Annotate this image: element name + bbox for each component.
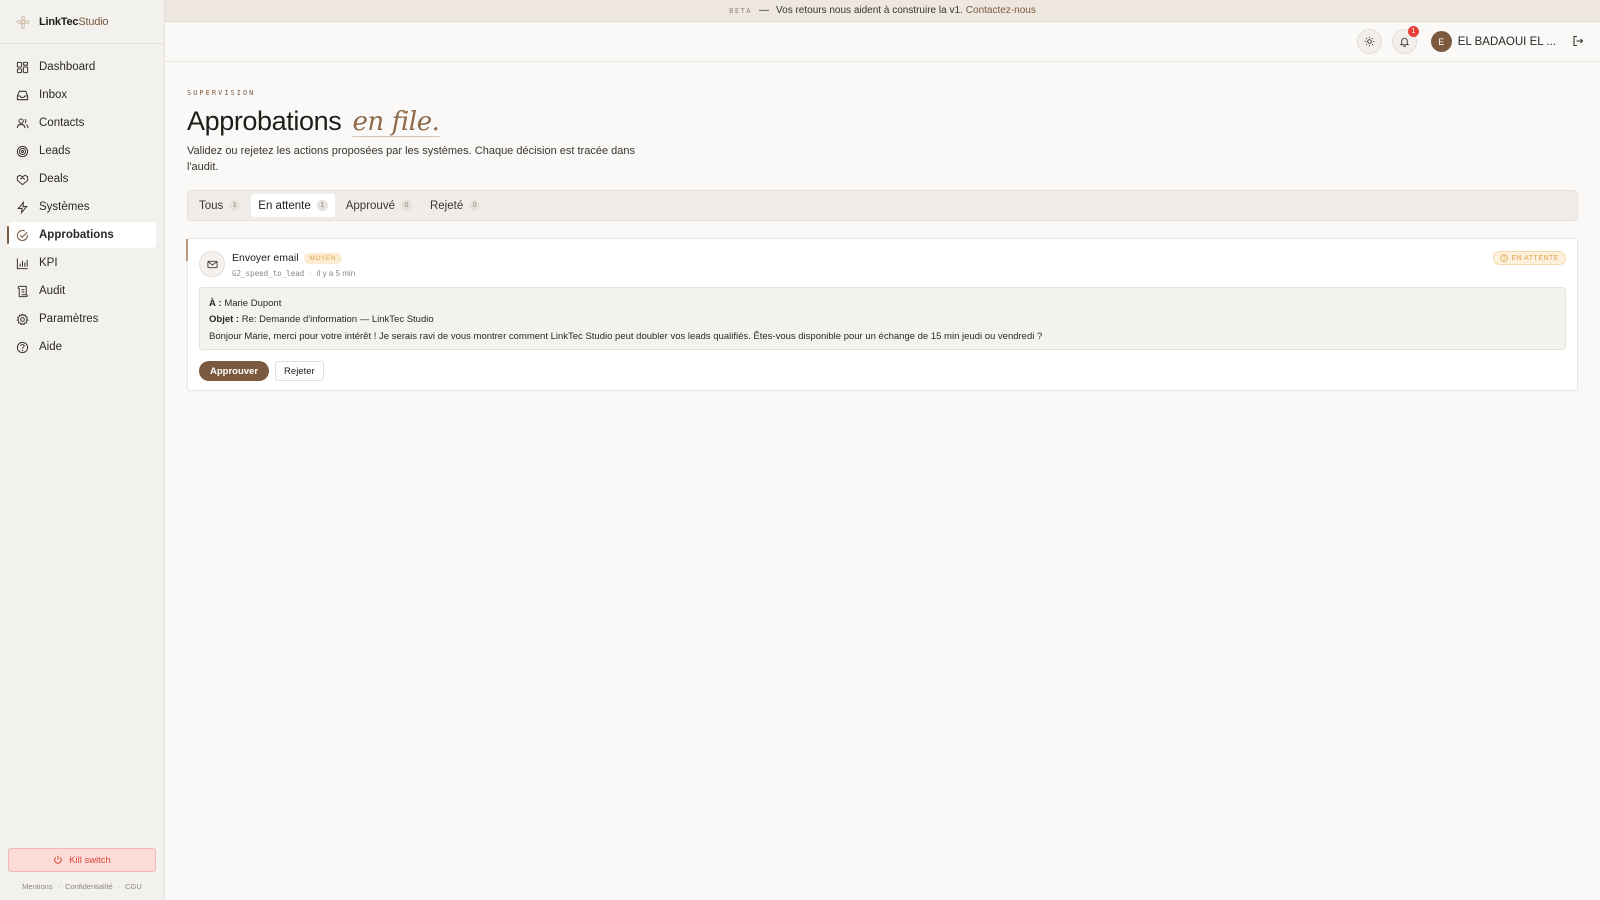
beta-banner: BETA — Vos retours nous aident à constru… (165, 0, 1600, 22)
scroll-icon (16, 285, 29, 298)
sidebar-item-label: Approbations (39, 229, 114, 241)
tab-count: 1 (229, 200, 241, 211)
sidebar-item-label: Dashboard (39, 61, 96, 73)
target-icon (16, 145, 29, 158)
tab-count: 1 (316, 200, 328, 211)
tab-en-attente[interactable]: En attente 1 (251, 194, 335, 217)
approval-header: Envoyer email MOYEN G2_speed_to_lead · i… (199, 251, 1566, 279)
email-subject: Objet : Re: Demande d'information — Link… (209, 313, 434, 325)
legal-link-confidentialite[interactable]: Confidentialité (65, 882, 113, 891)
sidebar-item-label: Systèmes (39, 201, 90, 213)
sidebar-item-label: Inbox (39, 89, 68, 101)
notifications-button[interactable]: 1 (1391, 26, 1419, 54)
users-icon (16, 117, 29, 130)
approval-title: Envoyer email MOYEN (232, 252, 342, 264)
help-icon (16, 341, 29, 354)
bolt-icon (16, 200, 29, 214)
status-tabs: Tous 1 En attente 1 Approuvé 0 Rejeté 0 (187, 190, 1578, 221)
approve-button[interactable]: Approuver (199, 361, 270, 381)
sidebar-item-label: Contacts (39, 117, 85, 129)
sidebar-nav: Dashboard Inbox Contacts Leads Deals Sys… (0, 44, 164, 372)
theme-toggle-button[interactable] (1356, 29, 1382, 54)
grid-icon (16, 61, 29, 74)
legal-links: Mentions · Confidentialité · CGU (22, 882, 142, 891)
sidebar-item-label: Audit (39, 285, 66, 297)
meta-separator: · (309, 269, 312, 278)
tab-label: En attente (258, 199, 311, 212)
kill-switch-label: Kill switch (69, 854, 111, 866)
clock-icon (1500, 254, 1509, 262)
contact-link[interactable]: Contactez-nous (966, 5, 1036, 16)
approval-actions: Approuver Rejeter (199, 361, 324, 381)
sidebar-item-label: KPI (39, 257, 58, 269)
priority-badge: MOYEN (303, 252, 342, 264)
approval-meta: G2_speed_to_lead · il y a 5 min (232, 269, 355, 278)
logout-icon[interactable] (1572, 35, 1586, 49)
system-id: G2_speed_to_lead (232, 269, 305, 278)
sidebar: LinkTecStudio Dashboard Inbox Contacts L… (0, 0, 165, 900)
reject-button[interactable]: Rejeter (275, 361, 324, 381)
approval-card: Envoyer email MOYEN G2_speed_to_lead · i… (186, 238, 1578, 391)
main-content: SUPERVISION Approbations en file. Valide… (186, 62, 1578, 391)
approval-title-text: Envoyer email (232, 252, 299, 264)
user-name: EL BADAOUI EL ... (1457, 35, 1556, 48)
sidebar-item-systemes[interactable]: Systèmes (8, 194, 156, 220)
tab-tous[interactable]: Tous 1 (192, 194, 247, 217)
email-to: À : Marie Dupont (209, 298, 282, 309)
email-body: Bonjour Marie, merci pour votre intérêt … (209, 331, 1043, 342)
sidebar-item-dashboard[interactable]: Dashboard (8, 54, 156, 80)
status-text: EN ATTENTE (1511, 254, 1559, 262)
sidebar-item-parametres[interactable]: Paramètres (8, 306, 156, 332)
tab-label: Approuvé (345, 199, 395, 212)
sidebar-item-contacts[interactable]: Contacts (8, 110, 156, 136)
notification-badge: 1 (1407, 26, 1419, 37)
page-subtitle: Validez ou rejetez les actions proposées… (187, 145, 635, 173)
sidebar-item-approbations[interactable]: Approbations (7, 222, 156, 248)
bell-icon (1399, 36, 1410, 47)
page-title: Approbations en file. (187, 106, 440, 137)
avatar: E (1430, 31, 1452, 52)
page-title-italic: en file. (352, 107, 440, 137)
sidebar-item-label: Leads (39, 145, 71, 157)
sidebar-item-audit[interactable]: Audit (8, 278, 156, 304)
topbar: 1 E EL BADAOUI EL ... (165, 22, 1600, 62)
tab-rejete[interactable]: Rejeté 0 (423, 194, 487, 217)
tab-label: Rejeté (429, 199, 464, 212)
email-preview: À : Marie Dupont Objet : Re: Demande d'i… (199, 287, 1566, 350)
beta-dash: — (759, 5, 770, 16)
legal-link-mentions[interactable]: Mentions (22, 882, 52, 891)
kill-switch-button[interactable]: Kill switch (8, 848, 156, 872)
tab-count: 0 (400, 200, 412, 211)
sidebar-item-label: Deals (39, 173, 69, 185)
mail-icon (199, 251, 225, 277)
approval-time: il y a 5 min (316, 269, 356, 278)
handshake-icon (16, 173, 29, 186)
bar-chart-icon (16, 257, 29, 270)
user-menu[interactable]: E EL BADAOUI EL ... (1430, 31, 1556, 52)
sun-icon (1364, 36, 1375, 47)
inbox-icon (16, 89, 29, 102)
sidebar-item-label: Aide (39, 341, 63, 353)
brand[interactable]: LinkTecStudio (0, 0, 164, 44)
power-icon (53, 855, 63, 865)
sidebar-item-aide[interactable]: Aide (8, 334, 156, 360)
tab-count: 0 (469, 200, 481, 211)
check-circle-icon (16, 229, 29, 242)
sidebar-item-kpi[interactable]: KPI (8, 250, 156, 276)
flower-logo-icon (16, 15, 30, 29)
status-badge: EN ATTENTE (1493, 251, 1566, 265)
sidebar-item-deals[interactable]: Deals (8, 166, 156, 192)
legal-link-cgu[interactable]: CGU (125, 882, 142, 891)
beta-tag: BETA (729, 6, 753, 15)
sidebar-item-label: Paramètres (39, 313, 99, 325)
brand-name: LinkTecStudio (39, 15, 109, 28)
sidebar-item-leads[interactable]: Leads (8, 138, 156, 164)
sidebar-item-inbox[interactable]: Inbox (8, 82, 156, 108)
tab-approuve[interactable]: Approuvé 0 (339, 194, 419, 217)
beta-text: Vos retours nous aident à construire la … (776, 5, 963, 16)
section-eyebrow: SUPERVISION (187, 89, 256, 97)
tab-label: Tous (199, 199, 224, 212)
gear-icon (16, 312, 29, 326)
